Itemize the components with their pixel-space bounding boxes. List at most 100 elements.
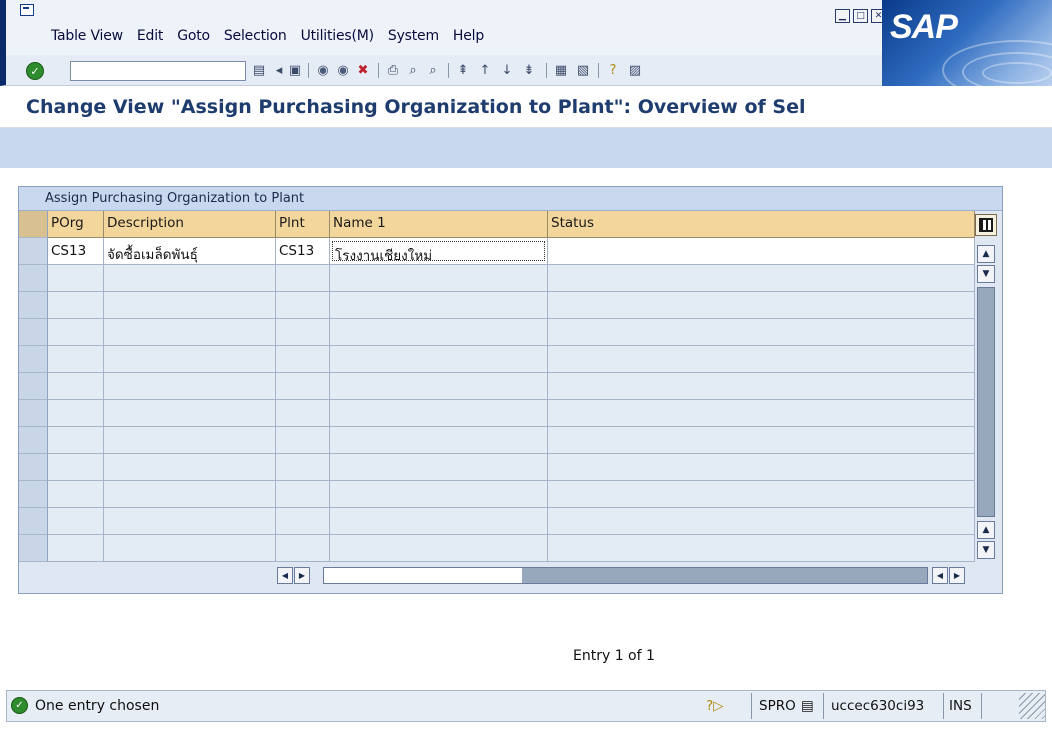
empty-cell[interactable]	[104, 319, 276, 346]
empty-cell[interactable]	[276, 508, 330, 535]
empty-cell[interactable]	[104, 481, 276, 508]
cell-plnt[interactable]: CS13	[276, 238, 330, 265]
empty-cell[interactable]	[48, 427, 104, 454]
empty-cell[interactable]	[276, 481, 330, 508]
empty-cell[interactable]	[276, 535, 330, 562]
empty-cell[interactable]	[48, 319, 104, 346]
empty-cell[interactable]	[48, 535, 104, 562]
find-next-icon[interactable]: ⌕	[424, 61, 442, 79]
empty-cell[interactable]	[276, 265, 330, 292]
empty-cell[interactable]	[548, 481, 975, 508]
empty-cell[interactable]	[330, 292, 548, 319]
empty-cell[interactable]	[276, 400, 330, 427]
empty-cell[interactable]	[104, 454, 276, 481]
empty-cell[interactable]	[330, 373, 548, 400]
row-selector[interactable]	[19, 481, 48, 508]
select-all-cell[interactable]	[19, 211, 48, 238]
name1-input[interactable]: โรงงานเชียงใหม่	[332, 241, 545, 264]
empty-cell[interactable]	[330, 481, 548, 508]
empty-cell[interactable]	[276, 373, 330, 400]
first-page-icon[interactable]: ⇞	[454, 61, 472, 79]
row-selector[interactable]	[19, 454, 48, 481]
empty-cell[interactable]	[276, 427, 330, 454]
scroll-left-icon[interactable]: ◀	[277, 567, 293, 584]
system-info-icon[interactable]: ?▷	[706, 698, 724, 714]
menu-selection[interactable]: Selection	[217, 28, 294, 44]
empty-cell[interactable]	[48, 373, 104, 400]
vertical-scrollbar[interactable]: ▲ ▼ ▲ ▼	[975, 239, 999, 559]
system-menu-icon[interactable]	[20, 4, 34, 16]
row-selector[interactable]	[19, 373, 48, 400]
empty-cell[interactable]	[104, 508, 276, 535]
command-history-icon[interactable]: ▤	[250, 61, 268, 79]
scroll-down-icon[interactable]: ▼	[977, 265, 995, 283]
empty-cell[interactable]	[104, 265, 276, 292]
menu-system[interactable]: System	[381, 28, 446, 44]
empty-cell[interactable]	[548, 319, 975, 346]
exit-icon[interactable]: ◉	[334, 61, 352, 79]
empty-cell[interactable]	[104, 346, 276, 373]
horizontal-scroll-track[interactable]	[323, 567, 928, 584]
back-icon[interactable]: ◉	[314, 61, 332, 79]
column-header-name1[interactable]: Name 1	[330, 211, 548, 238]
scroll-left-end-icon[interactable]: ◀	[932, 567, 948, 584]
empty-cell[interactable]	[548, 265, 975, 292]
empty-cell[interactable]	[276, 454, 330, 481]
last-page-icon[interactable]: ⇟	[520, 61, 538, 79]
save-icon[interactable]: ▣	[286, 61, 304, 79]
empty-cell[interactable]	[330, 346, 548, 373]
page-down-icon[interactable]: ▼	[977, 541, 995, 559]
empty-cell[interactable]	[104, 427, 276, 454]
empty-cell[interactable]	[276, 319, 330, 346]
row-selector[interactable]	[19, 346, 48, 373]
menu-table-view[interactable]: Table View	[44, 28, 130, 44]
cell-description[interactable]: จัดซื้อเมล็ดพันธุ์	[104, 238, 276, 265]
empty-cell[interactable]	[548, 427, 975, 454]
help-icon[interactable]: ?	[604, 61, 622, 79]
find-icon[interactable]: ⌕	[404, 61, 422, 79]
empty-cell[interactable]	[48, 454, 104, 481]
resize-grip[interactable]	[1019, 693, 1045, 719]
next-page-icon[interactable]: ↓	[498, 61, 516, 79]
shortcut-icon[interactable]: ▧	[574, 61, 592, 79]
row-selector[interactable]	[19, 400, 48, 427]
row-selector[interactable]	[19, 427, 48, 454]
row-selector[interactable]	[19, 508, 48, 535]
empty-cell[interactable]	[330, 265, 548, 292]
empty-cell[interactable]	[104, 292, 276, 319]
menu-edit[interactable]: Edit	[130, 28, 170, 44]
row-selector[interactable]	[19, 319, 48, 346]
empty-cell[interactable]	[104, 535, 276, 562]
create-session-icon[interactable]: ▦	[552, 61, 570, 79]
empty-cell[interactable]	[330, 535, 548, 562]
empty-cell[interactable]	[548, 454, 975, 481]
empty-cell[interactable]	[48, 346, 104, 373]
print-icon[interactable]: ⎙	[384, 61, 402, 79]
column-header-description[interactable]: Description	[104, 211, 276, 238]
menu-goto[interactable]: Goto	[170, 28, 217, 44]
previous-page-icon[interactable]: ↑	[476, 61, 494, 79]
menu-utilities[interactable]: Utilities(M)	[294, 28, 381, 44]
empty-cell[interactable]	[330, 400, 548, 427]
empty-cell[interactable]	[548, 346, 975, 373]
scroll-right-icon[interactable]: ▶	[294, 567, 310, 584]
minimize-icon[interactable]: ▁	[835, 9, 850, 23]
page-up-icon[interactable]: ▲	[977, 521, 995, 539]
column-header-status[interactable]: Status	[548, 211, 975, 238]
scroll-right-end-icon[interactable]: ▶	[949, 567, 965, 584]
command-field[interactable]	[70, 61, 246, 81]
maximize-icon[interactable]: □	[853, 9, 868, 23]
empty-cell[interactable]	[276, 346, 330, 373]
empty-cell[interactable]	[48, 508, 104, 535]
empty-cell[interactable]	[48, 265, 104, 292]
row-selector[interactable]	[19, 535, 48, 562]
layout-menu-icon[interactable]: ▨	[626, 61, 644, 79]
empty-cell[interactable]	[330, 427, 548, 454]
empty-cell[interactable]	[48, 400, 104, 427]
empty-cell[interactable]	[48, 292, 104, 319]
empty-cell[interactable]	[276, 292, 330, 319]
empty-cell[interactable]	[330, 508, 548, 535]
scroll-up-icon[interactable]: ▲	[977, 245, 995, 263]
enter-icon[interactable]: ✓	[26, 62, 44, 80]
horizontal-scroll-thumb[interactable]	[324, 568, 522, 583]
